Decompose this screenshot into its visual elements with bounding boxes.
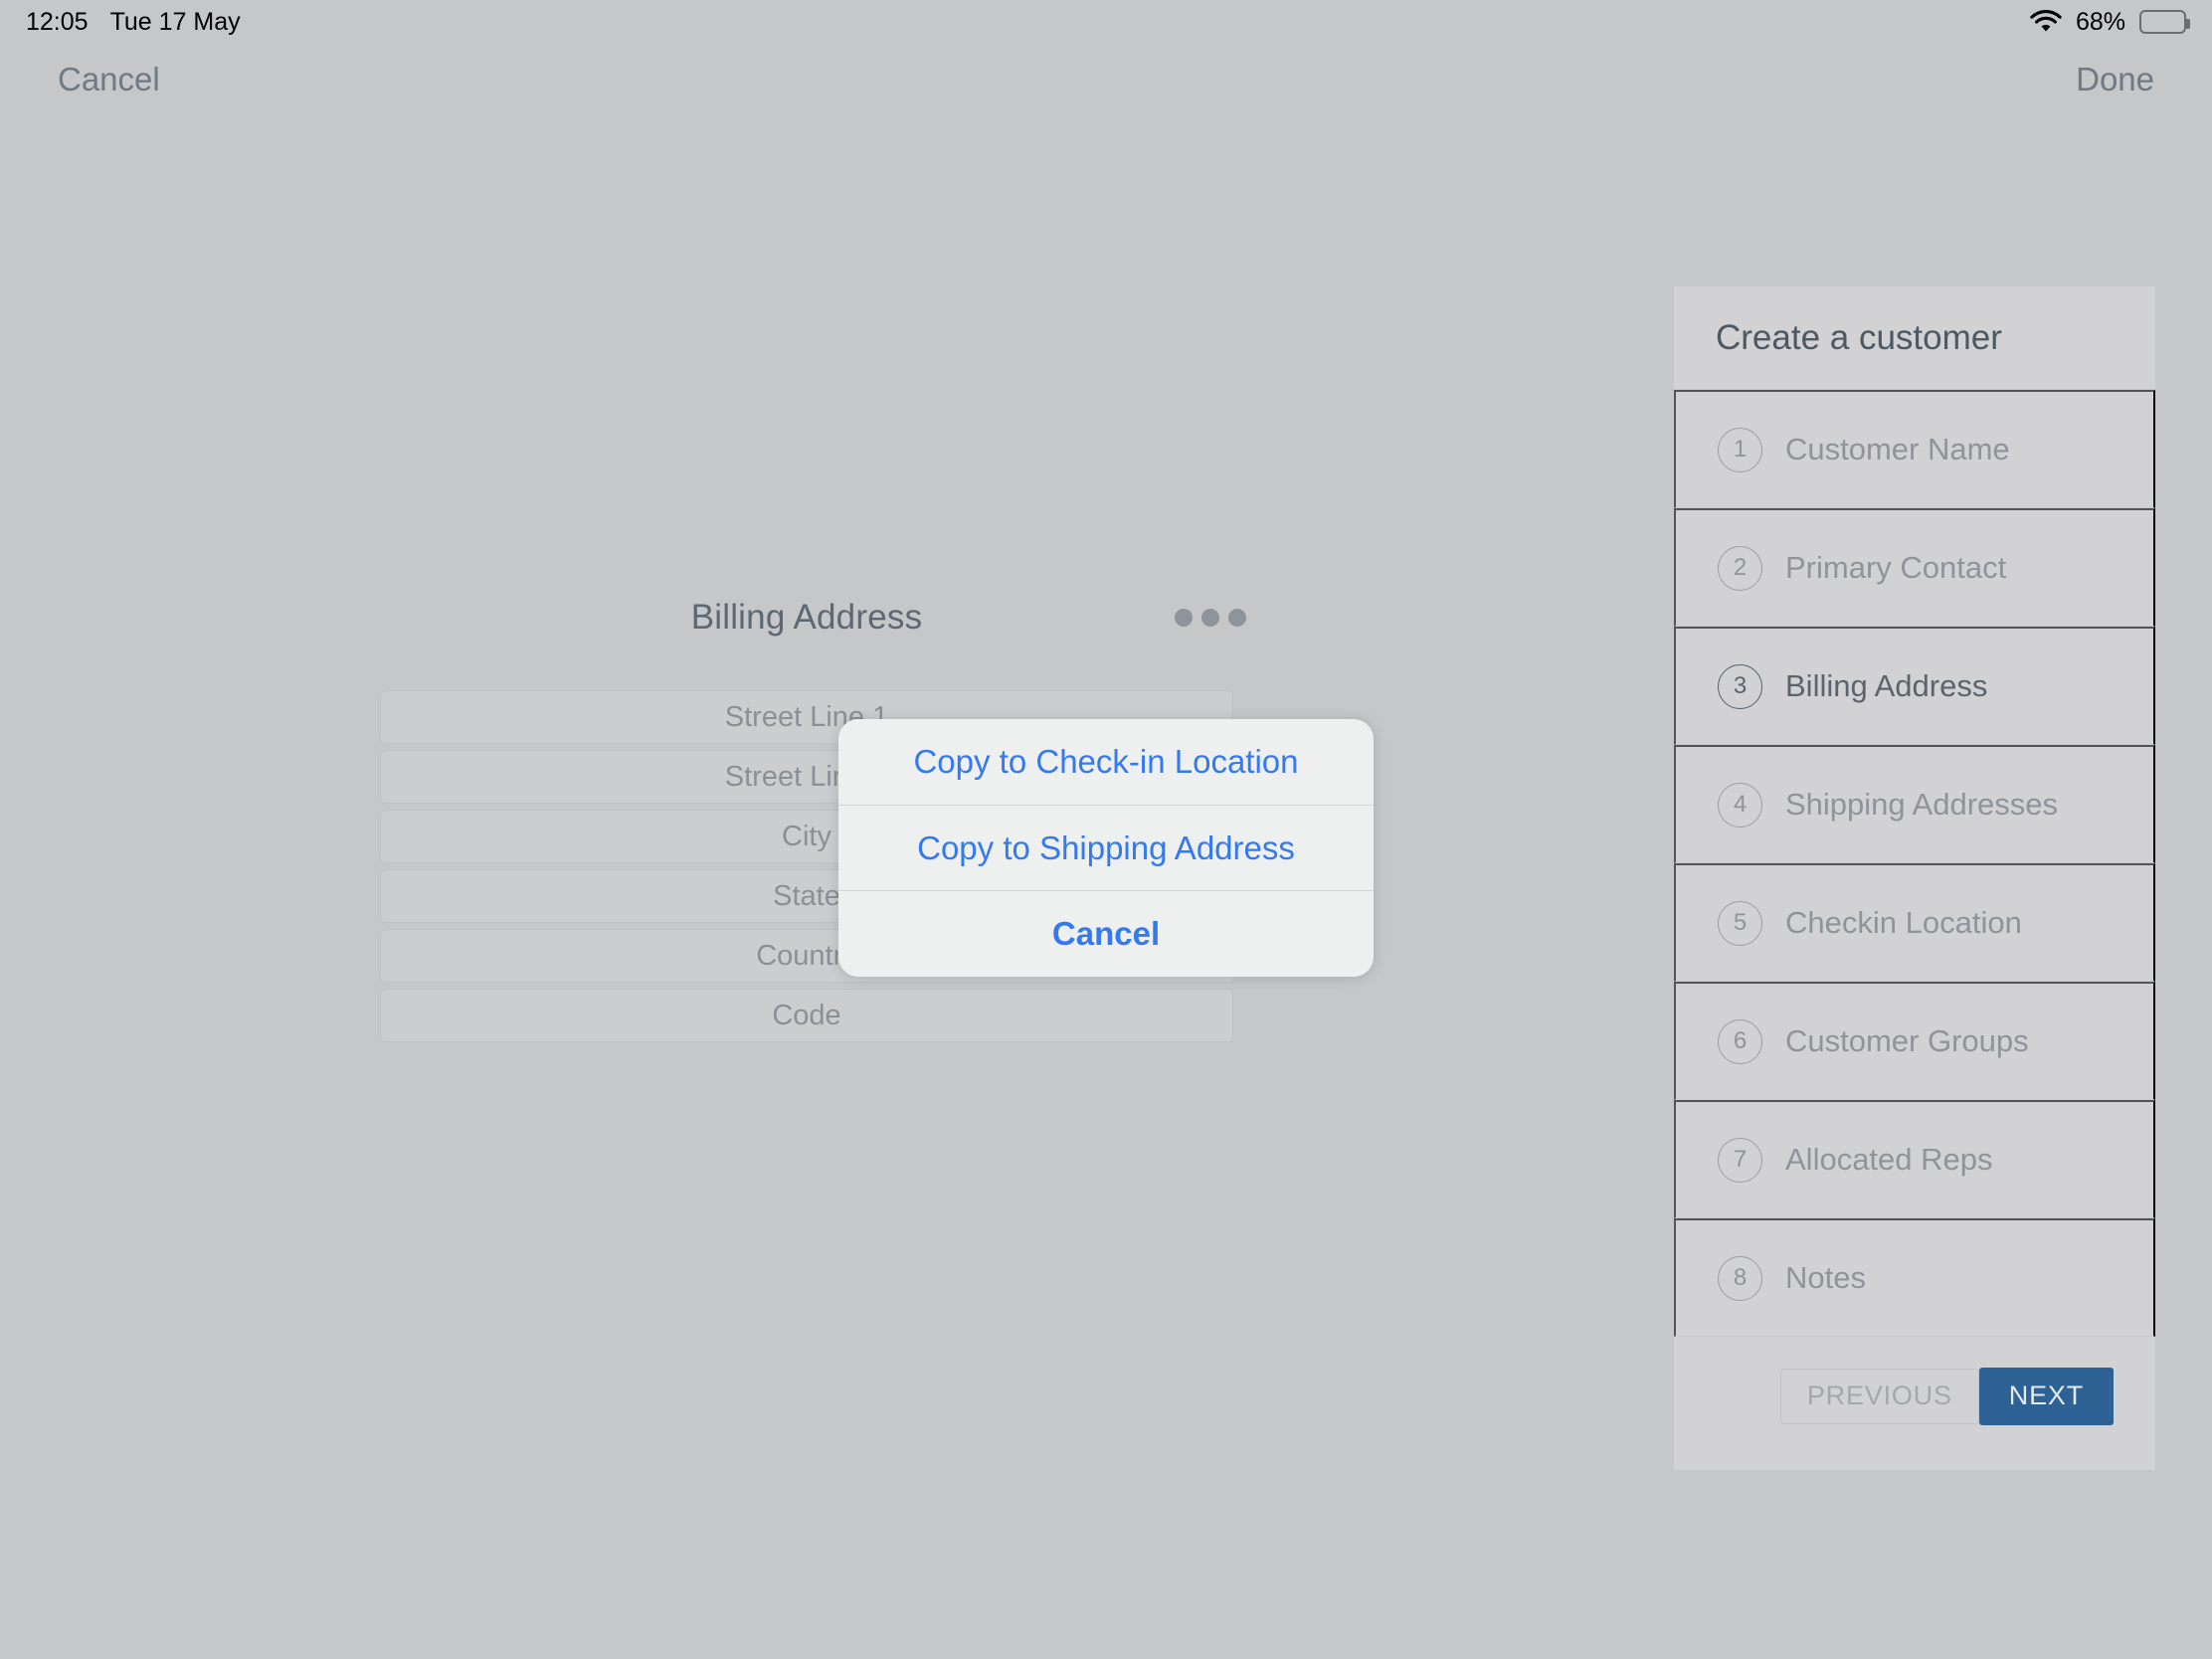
wizard-step-customer-name[interactable]: 1 Customer Name — [1674, 390, 2155, 508]
step-number-badge: 7 — [1718, 1137, 1762, 1183]
wizard-step-notes[interactable]: 8 Notes — [1674, 1218, 2155, 1337]
status-bar-left: 12:05 Tue 17 May — [26, 8, 241, 37]
step-label: Notes — [1785, 1260, 1866, 1295]
wizard-title: Create a customer — [1674, 286, 2155, 390]
step-number-badge: 5 — [1718, 900, 1762, 946]
next-button[interactable]: NEXT — [1978, 1367, 2114, 1425]
step-label: Customer Groups — [1785, 1023, 2029, 1058]
wizard-step-primary-contact[interactable]: 2 Primary Contact — [1674, 508, 2155, 627]
wizard-step-billing-address[interactable]: 3 Billing Address — [1674, 627, 2155, 745]
step-number-badge: 6 — [1718, 1018, 1762, 1064]
step-number-badge: 4 — [1718, 782, 1762, 828]
dot-3 — [1228, 609, 1246, 627]
status-bar-right: 68% — [2030, 7, 2190, 37]
status-date: Tue 17 May — [109, 7, 241, 36]
step-label: Shipping Addresses — [1785, 787, 2059, 822]
wizard-step-allocated-reps[interactable]: 7 Allocated Reps — [1674, 1100, 2155, 1218]
dot-1 — [1175, 609, 1193, 627]
done-button[interactable]: Done — [2076, 61, 2154, 98]
wizard-step-list: 1 Customer Name 2 Primary Contact 3 Billing A… — [1674, 390, 2155, 1337]
step-label: Customer Name — [1785, 432, 2010, 466]
battery-icon — [2139, 10, 2190, 34]
step-label: Billing Address — [1785, 668, 1988, 703]
page-title: Billing Address — [690, 598, 923, 637]
wizard-footer: PREVIOUS NEXT — [1674, 1337, 2155, 1455]
cancel-button[interactable]: Cancel — [58, 61, 160, 98]
step-number-badge: 2 — [1718, 545, 1762, 591]
previous-button[interactable]: PREVIOUS — [1779, 1368, 1979, 1424]
wifi-icon — [2030, 10, 2062, 34]
create-customer-wizard-panel: Create a customer 1 Customer Name 2 Primary… — [1674, 286, 2155, 1470]
step-number-badge: 1 — [1718, 427, 1762, 472]
wizard-step-checkin-location[interactable]: 5 Checkin Location — [1674, 863, 2155, 982]
form-header: Billing Address — [380, 587, 1246, 648]
battery-percent-label: 68% — [2075, 7, 2125, 36]
copy-to-shipping-address-button[interactable]: Copy to Shipping Address — [838, 806, 1374, 892]
action-sheet-cancel-button[interactable]: Cancel — [838, 891, 1374, 977]
step-number-badge: 8 — [1718, 1255, 1762, 1301]
step-label: Checkin Location — [1785, 905, 2022, 940]
copy-address-action-sheet: Copy to Check-in Location Copy to Shippi… — [838, 719, 1374, 977]
more-options-icon[interactable] — [1167, 601, 1254, 635]
wizard-step-customer-groups[interactable]: 6 Customer Groups — [1674, 982, 2155, 1100]
step-number-badge: 3 — [1718, 663, 1762, 709]
step-label: Primary Contact — [1785, 550, 2007, 585]
step-label: Allocated Reps — [1785, 1142, 1993, 1177]
wizard-step-shipping-addresses[interactable]: 4 Shipping Addresses — [1674, 745, 2155, 863]
dot-2 — [1201, 609, 1219, 627]
address-field-6[interactable]: Code — [380, 989, 1233, 1042]
status-bar: 12:05 Tue 17 May 68% — [0, 0, 2212, 44]
copy-to-checkin-location-button[interactable]: Copy to Check-in Location — [838, 719, 1374, 806]
status-time: 12:05 — [26, 7, 89, 36]
navigation-bar: Cancel Done — [0, 44, 2212, 115]
